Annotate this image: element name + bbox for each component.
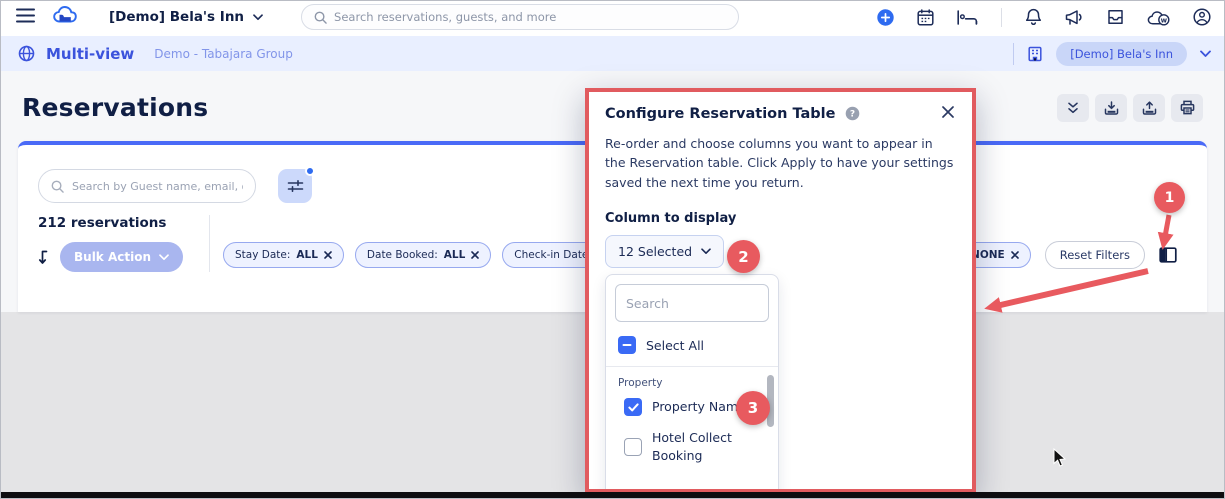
option-label: Hotel Collect Booking	[652, 429, 756, 465]
megaphone-icon[interactable]	[1065, 9, 1084, 26]
multiview-divider	[1013, 43, 1014, 65]
unchecked-checkbox[interactable]	[624, 438, 642, 456]
inbox-icon[interactable]	[1107, 9, 1124, 25]
guest-search[interactable]	[38, 169, 256, 203]
menu-icon[interactable]	[16, 8, 35, 27]
modal-title: Configure Reservation Table	[605, 106, 836, 122]
multiview-subtitle: Demo - Tabajara Group	[154, 47, 293, 61]
download-icon	[1104, 101, 1119, 115]
bell-icon[interactable]	[1025, 8, 1042, 26]
multiview-property-badge[interactable]: [Demo] Bela's Inn	[1056, 42, 1187, 66]
modal-description: Re-order and choose columns you want to …	[605, 134, 956, 192]
modal-header: Configure Reservation Table ?	[605, 104, 956, 123]
search-icon	[51, 180, 64, 193]
select-all-label: Select All	[646, 338, 704, 353]
property-group-label: Property	[606, 367, 778, 389]
remove-icon[interactable]	[324, 251, 332, 259]
remove-icon[interactable]	[471, 251, 479, 259]
bulk-action-row: Bulk Action	[38, 242, 196, 272]
indeterminate-checkbox[interactable]	[618, 336, 636, 354]
chip-label: Stay Date:	[235, 249, 290, 261]
collapse-rows-button[interactable]	[1057, 94, 1089, 122]
close-button[interactable]	[940, 104, 956, 123]
upload-button[interactable]	[1133, 94, 1165, 122]
bulk-action-label: Bulk Action	[74, 250, 151, 264]
modal-content: Configure Reservation Table ? Re-order a…	[589, 92, 972, 493]
print-button[interactable]	[1171, 94, 1203, 122]
chip-value: ALL	[444, 249, 466, 261]
cloudbeds-logo-icon[interactable]	[53, 5, 81, 29]
property-selector[interactable]: [Demo] Bela's Inn	[109, 9, 263, 25]
multiview-property-switcher: [Demo] Bela's Inn	[1013, 42, 1211, 66]
property-selector-label: [Demo] Bela's Inn	[109, 9, 244, 25]
download-button[interactable]	[1095, 94, 1127, 122]
help-icon[interactable]: ?	[845, 106, 860, 121]
configure-reservation-table-modal: Configure Reservation Table ? Re-order a…	[585, 88, 976, 493]
reset-filters-button[interactable]: Reset Filters	[1045, 241, 1145, 269]
globe-icon	[18, 45, 35, 62]
annotation-badge-1: 1	[1154, 182, 1185, 213]
cloud-w-icon[interactable]: w	[1147, 9, 1170, 26]
count-and-bulk-block: 212 reservations Bulk Action	[38, 215, 196, 272]
multiview-bar: Multi-view Demo - Tabajara Group [Demo] …	[0, 36, 1225, 71]
chevron-down-icon	[159, 254, 169, 261]
topbar-icon-group: w	[877, 8, 1211, 27]
filter-active-dot	[305, 166, 315, 176]
filter-chip-stay-date[interactable]: Stay Date: ALL	[223, 242, 344, 268]
select-all-option[interactable]: Select All	[606, 326, 778, 362]
global-search[interactable]	[301, 4, 739, 30]
upload-icon	[1142, 101, 1157, 115]
filters-button[interactable]	[278, 169, 312, 203]
card-divider	[209, 215, 210, 272]
guest-search-input[interactable]	[72, 180, 243, 193]
global-search-input[interactable]	[334, 10, 726, 24]
room-bed-icon[interactable]	[957, 10, 978, 25]
search-icon	[314, 11, 327, 24]
property-building-icon[interactable]	[1027, 46, 1043, 62]
chip-value: NONE	[971, 249, 1005, 261]
chip-label: Check-in Date:	[514, 249, 592, 261]
columns-search-input[interactable]	[615, 284, 769, 322]
sliders-filter-icon	[287, 179, 304, 193]
page-title: Reservations	[22, 93, 208, 122]
multiview-title: Multi-view	[46, 45, 134, 63]
add-circle-icon[interactable]	[877, 9, 894, 26]
topbar-divider	[1001, 8, 1002, 27]
columns-selected-label: 12 Selected	[618, 244, 692, 259]
chevron-down-icon[interactable]	[1200, 50, 1211, 58]
annotation-badge-2: 2	[727, 240, 760, 273]
columns-dropdown-panel: Select All Property Property Name Hotel …	[605, 274, 779, 493]
svg-text:w: w	[1161, 16, 1168, 24]
chevron-down-icon	[253, 14, 263, 21]
reservation-count: 212 reservations	[38, 215, 196, 231]
configure-table-columns-icon[interactable]	[1159, 247, 1177, 263]
chevron-down-icon	[701, 248, 711, 255]
calendar-icon[interactable]	[917, 9, 934, 26]
remove-icon[interactable]	[1011, 251, 1019, 259]
column-to-display-label: Column to display	[605, 211, 956, 226]
print-icon	[1180, 100, 1195, 115]
account-icon[interactable]	[1193, 8, 1211, 26]
close-icon	[942, 106, 954, 118]
check-icon	[628, 403, 639, 412]
filter-chip-date-booked[interactable]: Date Booked: ALL	[355, 242, 491, 268]
bottom-black-bar	[0, 492, 1225, 499]
top-navigation-bar: [Demo] Bela's Inn w	[0, 0, 1225, 34]
page-toolbar	[1057, 94, 1203, 122]
collapse-double-chevron-icon	[1067, 102, 1079, 114]
columns-selected-dropdown[interactable]: 12 Selected	[605, 235, 724, 268]
chip-value: ALL	[296, 249, 318, 261]
svg-text:?: ?	[849, 110, 854, 120]
sort-icon[interactable]	[38, 250, 50, 265]
bulk-action-button[interactable]: Bulk Action	[60, 242, 183, 272]
minus-icon	[622, 340, 632, 350]
option-hotel-collect-booking[interactable]: Hotel Collect Booking	[606, 420, 778, 469]
checked-checkbox[interactable]	[624, 398, 642, 416]
chip-label: Date Booked:	[367, 249, 438, 261]
annotation-badge-3: 3	[736, 391, 770, 425]
option-label: Property Name	[652, 398, 746, 416]
